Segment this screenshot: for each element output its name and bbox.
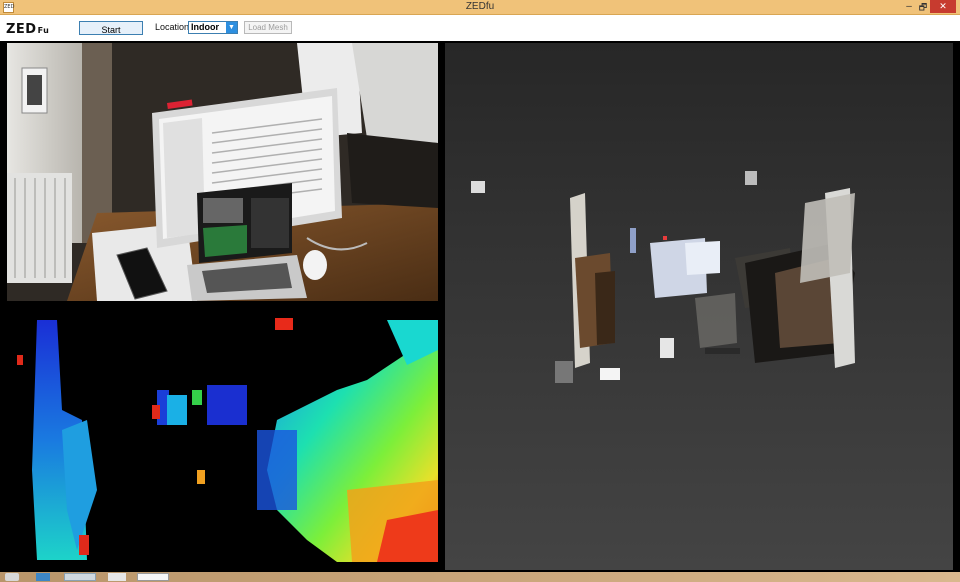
logo-main: ZED (6, 22, 37, 37)
taskbar-zedfu-icon[interactable] (137, 573, 169, 581)
location-select[interactable]: Indoor ▼ (188, 21, 238, 34)
restore-icon[interactable]: 🗗 (917, 0, 929, 14)
window-title: ZEDfu (465, 1, 495, 12)
close-icon[interactable]: ✕ (930, 0, 956, 13)
camera-image-illustration (7, 43, 438, 301)
location-label: Location (155, 22, 190, 32)
taskbar-app-icon[interactable] (108, 573, 126, 581)
minimize-icon[interactable]: – (903, 0, 915, 14)
camera-image-view (7, 43, 438, 301)
start-button[interactable]: Start (79, 21, 143, 35)
toolbar: ZEDFu Start Location Indoor ▼ Load Mesh (0, 15, 960, 41)
app-logo: ZEDFu (6, 22, 49, 37)
taskbar (0, 572, 960, 582)
taskbar-explorer-icon[interactable] (36, 573, 50, 581)
load-mesh-button[interactable]: Load Mesh (244, 21, 292, 34)
location-select-value: Indoor (191, 22, 219, 32)
mesh-reconstruction-illustration (471, 171, 855, 383)
window-titlebar[interactable]: ZED ZEDfu – 🗗 ✕ (0, 0, 960, 15)
taskbar-start-icon[interactable] (5, 573, 19, 581)
chevron-down-icon[interactable]: ▼ (226, 22, 237, 33)
taskbar-app-icon[interactable] (64, 573, 96, 581)
depth-map-view (7, 310, 438, 562)
depth-map-illustration (7, 310, 438, 562)
logo-sub: Fu (37, 26, 50, 35)
mesh-3d-view[interactable] (445, 43, 953, 570)
